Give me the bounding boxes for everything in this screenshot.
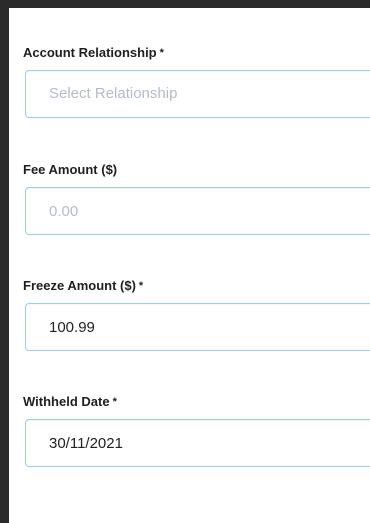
withheld-date-input[interactable]	[25, 419, 370, 467]
fee-amount-input[interactable]	[25, 187, 370, 235]
freeze-amount-label-text: Freeze Amount ($)	[23, 278, 136, 293]
fee-amount-label-text: Fee Amount ($)	[23, 162, 118, 177]
freeze-amount-input[interactable]	[25, 303, 370, 351]
freeze-amount-field: Freeze Amount ($) *	[23, 276, 370, 351]
fee-amount-field: Fee Amount ($)	[23, 160, 370, 235]
account-relationship-select[interactable]: Select Relationship	[25, 70, 370, 118]
freeze-amount-label: Freeze Amount ($) *	[23, 276, 370, 296]
required-marker: *	[112, 396, 117, 408]
withheld-date-label: Withheld Date *	[23, 392, 370, 412]
account-relationship-label-text: Account Relationship	[23, 45, 157, 60]
withheld-date-field: Withheld Date *	[23, 392, 370, 467]
account-relationship-label: Account Relationship *	[23, 43, 370, 63]
fee-amount-label: Fee Amount ($)	[23, 160, 370, 180]
account-relationship-placeholder: Select Relationship	[49, 85, 178, 102]
withheld-date-label-text: Withheld Date	[23, 394, 110, 409]
form-panel: Account Relationship * Select Relationshi…	[9, 8, 370, 523]
required-marker: *	[138, 280, 144, 292]
required-marker: *	[159, 47, 164, 59]
account-relationship-field: Account Relationship * Select Relationshi…	[23, 43, 370, 118]
